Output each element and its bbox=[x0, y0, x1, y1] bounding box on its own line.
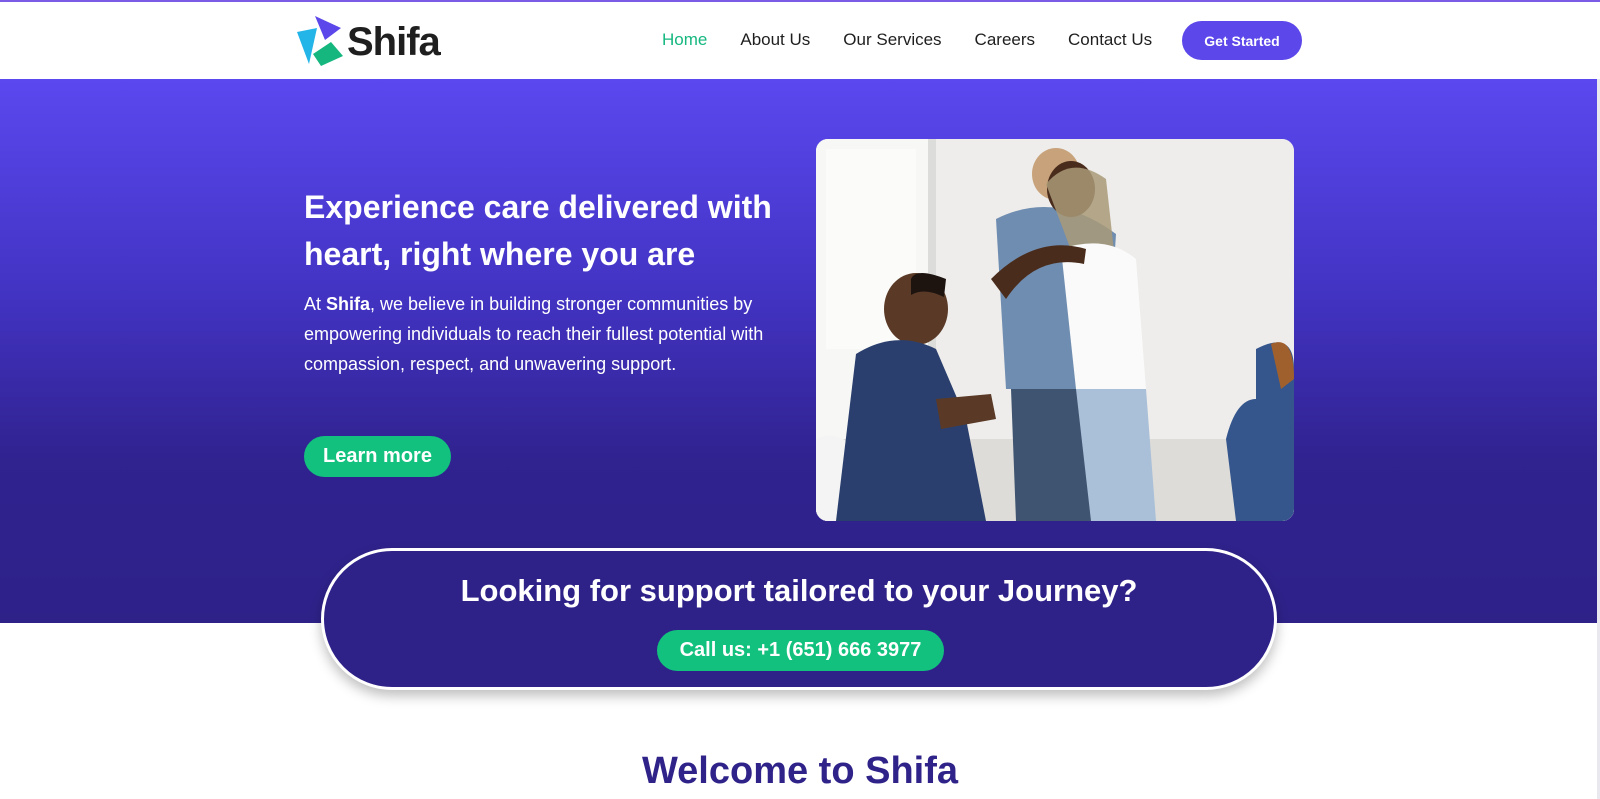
nav-our-services[interactable]: Our Services bbox=[843, 30, 941, 50]
call-us-button[interactable]: Call us: +1 (651) 666 3977 bbox=[657, 630, 944, 671]
hero-section: Experience care delivered with heart, ri… bbox=[0, 79, 1597, 623]
nav-careers[interactable]: Careers bbox=[975, 30, 1035, 50]
nav-home[interactable]: Home bbox=[662, 30, 707, 50]
nav-about-us[interactable]: About Us bbox=[740, 30, 810, 50]
hero-text-suffix: , we believe in building stronger commun… bbox=[304, 294, 764, 374]
learn-more-button[interactable]: Learn more bbox=[304, 436, 451, 477]
main-nav: Home About Us Our Services Careers Conta… bbox=[662, 30, 1185, 50]
nav-contact-us[interactable]: Contact Us bbox=[1068, 30, 1152, 50]
site-header: Shifa Home About Us Our Services Careers… bbox=[0, 2, 1600, 79]
shifa-logo-icon bbox=[297, 16, 343, 66]
support-title: Looking for support tailored to your Jou… bbox=[460, 573, 1138, 608]
support-banner: Looking for support tailored to your Jou… bbox=[321, 548, 1277, 690]
hero-photo bbox=[816, 139, 1294, 521]
logo-text: Shifa bbox=[347, 19, 441, 64]
get-started-button[interactable]: Get Started bbox=[1182, 21, 1302, 60]
hero-title: Experience care delivered with heart, ri… bbox=[304, 189, 772, 272]
hero-photo-illustration bbox=[816, 139, 1294, 521]
hero-text-brand: Shifa bbox=[326, 294, 371, 314]
hero-text-prefix: At bbox=[304, 294, 327, 314]
hero-description: At Shifa, we believe in building stronge… bbox=[304, 289, 804, 379]
welcome-heading: Welcome to Shifa bbox=[641, 750, 959, 792]
logo[interactable]: Shifa bbox=[295, 14, 441, 70]
